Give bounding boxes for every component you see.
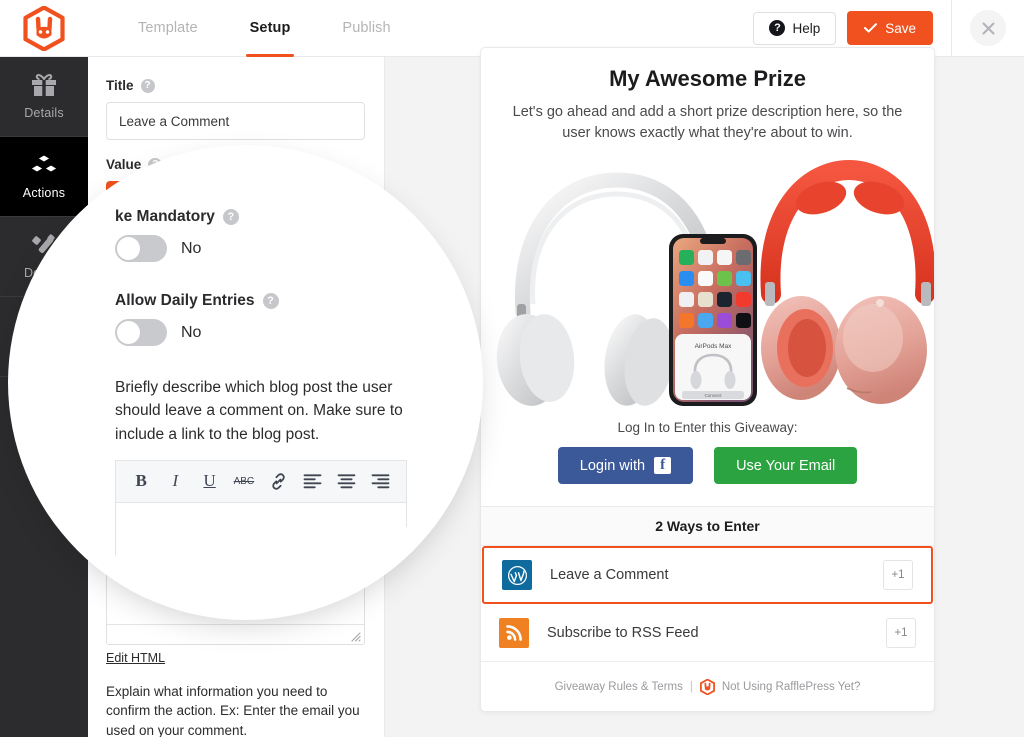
preview-footer: Giveaway Rules & Terms | Not Using Raffl… <box>481 662 934 696</box>
rafflepress-mini-logo-icon <box>699 679 715 696</box>
giveaway-preview-card: My Awesome Prize Let's go ahead and add … <box>480 47 935 712</box>
entry-label: Leave a Comment <box>550 567 669 584</box>
facebook-icon: f <box>654 457 672 475</box>
svg-text:AirPods Max: AirPods Max <box>695 343 733 350</box>
align-center-button[interactable] <box>330 464 364 498</box>
preview-prize-description: Let's go ahead and add a short prize des… <box>512 104 903 142</box>
entry-points: +1 <box>883 560 913 591</box>
entry-row-subscribe-to-rss-feed[interactable]: Subscribe to RSS Feed +1 <box>481 604 934 663</box>
align-right-button[interactable] <box>364 464 398 498</box>
giveaway-rules-link[interactable]: Giveaway Rules & Terms <box>555 681 683 693</box>
align-center-icon <box>337 474 356 489</box>
preview-prize-image: AirPods Max Connect <box>481 152 934 414</box>
editor-resize-bar <box>107 623 364 644</box>
italic-button[interactable]: I <box>158 464 192 498</box>
magnified-editor-toolbar: B I U ABC <box>116 460 406 503</box>
save-button[interactable]: Save <box>847 11 933 45</box>
magnified-make-mandatory-text: ke Mandatory <box>115 208 215 225</box>
rafflepress-logo-icon <box>23 5 65 51</box>
sidebar-item-details[interactable]: Details <box>0 57 88 137</box>
magnified-allow-daily-entries-label: Allow Daily Entries ? <box>115 292 462 310</box>
link-button[interactable] <box>261 464 295 498</box>
align-left-icon <box>303 474 322 489</box>
app-logo[interactable] <box>0 0 88 57</box>
rafflepress-giveaway-builder: Template Setup Publish ? Help Save Detai… <box>0 0 1024 737</box>
strikethrough-button[interactable]: ABC <box>227 464 261 498</box>
toggle-knob <box>117 321 140 344</box>
bold-button[interactable]: B <box>124 464 158 498</box>
magnifier-content: ke Mandatory ? No Allow Daily Entries ? … <box>29 166 462 599</box>
entry-label: Subscribe to RSS Feed <box>547 624 699 641</box>
align-right-icon <box>371 474 390 489</box>
preview-login-buttons: Login with f Use Your Email <box>481 447 934 506</box>
underline-button[interactable]: U <box>193 464 227 498</box>
confirmation-hint-text: Explain what information you need to con… <box>106 683 360 737</box>
question-mark-circle-icon: ? <box>769 20 786 36</box>
close-button[interactable] <box>970 10 1006 46</box>
magnifier-loupe: ke Mandatory ? No Allow Daily Entries ? … <box>18 155 473 610</box>
magnified-allow-daily-entries-row: No <box>115 319 462 346</box>
entry-points: +1 <box>886 617 916 648</box>
title-input[interactable] <box>106 102 365 140</box>
save-button-label: Save <box>885 20 916 36</box>
help-button[interactable]: ? Help <box>753 11 837 45</box>
help-tooltip-icon[interactable]: ? <box>262 293 279 309</box>
align-left-button[interactable] <box>295 464 329 498</box>
resize-grip-icon[interactable] <box>349 630 361 642</box>
magnified-rich-text-editor: B I U ABC <box>115 459 407 599</box>
entry-row-leave-a-comment[interactable]: Leave a Comment +1 <box>482 546 933 605</box>
edit-html-link[interactable]: Edit HTML <box>106 651 165 665</box>
main-tabs: Template Setup Publish <box>112 0 417 57</box>
preview-login-prompt: Log In to Enter this Giveaway: <box>617 420 798 436</box>
footer-separator: | <box>689 681 693 694</box>
help-button-label: Help <box>792 20 821 36</box>
rss-icon <box>499 617 529 648</box>
magnified-make-mandatory-toggle[interactable] <box>115 235 167 262</box>
help-tooltip-icon[interactable]: ? <box>222 209 239 225</box>
close-icon <box>982 22 994 34</box>
magnified-allow-daily-entries-state: No <box>181 323 202 341</box>
sidebar-item-details-label: Details <box>24 106 64 120</box>
toggle-knob <box>117 237 140 260</box>
magnified-description-text: Briefly describe which blog post the use… <box>115 379 403 443</box>
tab-setup[interactable]: Setup <box>224 0 317 57</box>
magnified-make-mandatory-row: No <box>115 235 462 262</box>
tab-publish[interactable]: Publish <box>316 0 416 57</box>
preview-prize-title: My Awesome Prize <box>609 66 806 91</box>
magnified-allow-daily-entries-text: Allow Daily Entries <box>115 292 255 309</box>
title-field-group: Title ? <box>106 78 366 140</box>
title-label: Title ? <box>106 78 366 93</box>
facebook-login-label: Login with <box>579 457 646 474</box>
help-tooltip-icon[interactable]: ? <box>140 78 155 93</box>
svg-text:Connect: Connect <box>704 393 722 398</box>
magnified-make-mandatory-state: No <box>181 239 202 257</box>
ways-to-enter-heading: 2 Ways to Enter <box>481 506 934 547</box>
tab-template[interactable]: Template <box>112 0 224 57</box>
email-login-button[interactable]: Use Your Email <box>714 447 858 485</box>
magnified-make-mandatory-label: ke Mandatory ? <box>115 208 462 226</box>
facebook-login-button[interactable]: Login with f <box>557 447 694 485</box>
rafflepress-cta-link[interactable]: Not Using RafflePress Yet? <box>722 681 861 693</box>
toolbar-divider <box>951 0 952 57</box>
magnified-editor-content-area[interactable] <box>116 502 406 599</box>
magnified-form-settings: ke Mandatory ? No Allow Daily Entries ? … <box>29 166 462 599</box>
airpods-max-product-image: AirPods Max Connect <box>496 160 934 407</box>
magnified-allow-daily-entries-toggle[interactable] <box>115 319 167 346</box>
wordpress-icon <box>502 560 532 591</box>
check-icon <box>864 23 878 33</box>
gift-icon <box>32 73 56 96</box>
title-label-text: Title <box>106 78 134 93</box>
link-icon <box>271 473 285 490</box>
